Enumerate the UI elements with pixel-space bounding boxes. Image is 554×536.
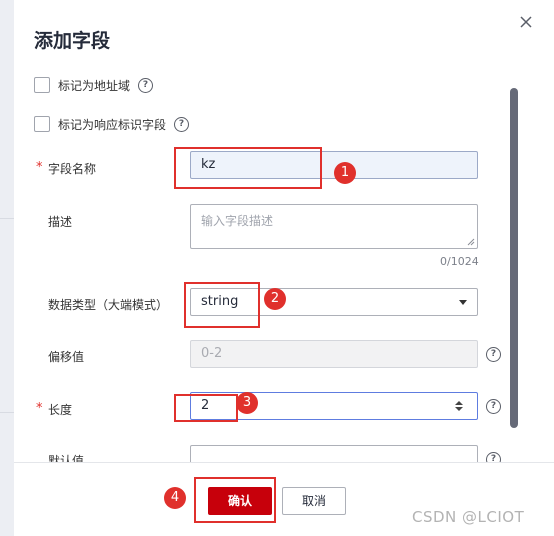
annotation-box-length bbox=[174, 394, 238, 422]
annotation-marker-3: 3 bbox=[236, 392, 258, 414]
response-id-label: 标记为响应标识字段 bbox=[58, 118, 167, 132]
field-name-label: 字段名称 bbox=[48, 162, 97, 176]
help-icon[interactable]: ? bbox=[486, 347, 501, 362]
required-mark: * bbox=[36, 160, 43, 175]
annotation-box-type bbox=[184, 282, 260, 328]
footer-divider bbox=[14, 462, 554, 463]
resize-handle-icon[interactable] bbox=[467, 238, 475, 246]
required-mark: * bbox=[36, 401, 43, 416]
annotation-marker-4: 4 bbox=[164, 487, 186, 509]
chevron-down-icon bbox=[459, 300, 467, 305]
scrollbar[interactable] bbox=[510, 88, 518, 428]
address-domain-checkbox[interactable] bbox=[34, 77, 50, 93]
description-counter: 0/1024 bbox=[440, 255, 479, 268]
annotation-box-confirm bbox=[194, 477, 276, 523]
background-page-strip bbox=[0, 0, 14, 536]
decrement-icon[interactable] bbox=[455, 407, 463, 411]
default-value-label: 默认值 bbox=[48, 454, 85, 462]
increment-icon[interactable] bbox=[455, 401, 463, 405]
help-icon[interactable]: ? bbox=[138, 78, 153, 93]
offset-label: 偏移值 bbox=[48, 350, 85, 364]
scrollbar-thumb[interactable] bbox=[510, 88, 518, 428]
annotation-marker-1: 1 bbox=[334, 162, 356, 184]
length-label: 长度 bbox=[48, 403, 73, 417]
offset-value: 0-2 bbox=[201, 346, 223, 361]
default-value-input[interactable] bbox=[190, 445, 478, 462]
form-body: 标记为地址域 ? 标记为响应标识字段 ? * 字段名称 kz 描述 输入字段描述… bbox=[14, 0, 504, 462]
annotation-marker-2: 2 bbox=[264, 288, 286, 310]
close-icon[interactable] bbox=[516, 12, 536, 32]
offset-input: 0-2 bbox=[190, 340, 478, 368]
description-label: 描述 bbox=[48, 215, 73, 229]
description-placeholder: 输入字段描述 bbox=[201, 214, 274, 228]
data-type-label: 数据类型（大端模式） bbox=[48, 298, 169, 312]
response-id-checkbox[interactable] bbox=[34, 116, 50, 132]
help-icon[interactable]: ? bbox=[486, 399, 501, 414]
help-icon[interactable]: ? bbox=[486, 452, 501, 462]
cancel-button[interactable]: 取消 bbox=[282, 487, 346, 515]
add-field-dialog: 添加字段 标记为地址域 ? 标记为响应标识字段 ? * 字段名称 kz 描述 输… bbox=[14, 0, 554, 536]
help-icon[interactable]: ? bbox=[174, 117, 189, 132]
annotation-box-name bbox=[174, 147, 322, 189]
watermark: CSDN @LCIOT bbox=[412, 508, 525, 526]
address-domain-label: 标记为地址域 bbox=[58, 79, 131, 93]
